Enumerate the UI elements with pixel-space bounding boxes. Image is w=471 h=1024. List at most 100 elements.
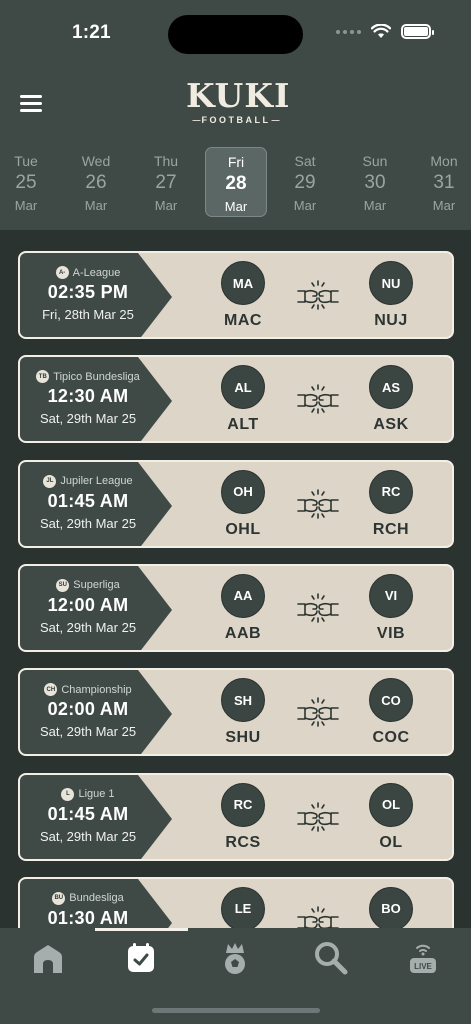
home-team-logo: MA [221,261,265,305]
league-name: A-League [72,266,121,279]
kickoff-time: 12:30 AM [47,386,129,407]
nav-schedule[interactable] [121,940,161,976]
league-name: Ligue 1 [78,788,115,800]
home-team-code: RCS [225,833,261,851]
dynamic-island [168,15,303,54]
logo-title: KUKI [186,76,291,115]
search-icon [315,942,348,975]
match-card[interactable]: CH Championship 02:00 AM Sat, 29th Mar 25 SH… [18,668,454,757]
away-team[interactable]: VI VIB [361,573,421,643]
date-thu-27[interactable]: Thu 27 Mar [135,147,197,217]
league-logo: L [61,787,75,801]
kickoff-time: 02:00 AM [47,699,129,720]
league-row: TB Tipico Bundesliga [20,370,156,384]
match-list[interactable]: A- A-League 02:35 PM Fri, 28th Mar 25 MA MAC N… [0,230,471,928]
date-weekday: Mon [430,153,458,169]
away-team-code: RCH [372,520,410,538]
away-team[interactable]: BO [361,886,421,928]
date-weekday: Wed [81,153,111,169]
match-info: JL Jupiler League 01:45 AM Sat, 29th Mar 25 [20,462,156,546]
away-team-code: OL [379,833,403,851]
match-info-panel: TB Tipico Bundesliga 12:30 AM Sat, 29th Mar… [20,357,180,442]
date-tue-25[interactable]: Tue 25 Mar [0,147,57,217]
date-weekday: Thu [153,153,179,169]
league-logo: SU [56,578,70,592]
home-team-logo: RC [221,782,265,827]
away-team-logo: CO [369,678,413,723]
nav-leagues[interactable] [215,940,255,976]
fist-bump-icon [296,280,340,310]
date-day: 26 [85,172,107,193]
away-team[interactable]: CO COC [361,678,421,747]
match-info-panel: L Ligue 1 01:45 AM Sat, 29th Mar 25 [20,774,180,859]
date-mon-31[interactable]: Mon 31 Mar [413,147,471,217]
away-team-logo: BO [369,886,413,928]
home-team[interactable]: AL ALT [213,365,273,434]
match-info-panel: SU Superliga 12:00 AM Sat, 29th Mar 25 [20,565,180,650]
date-month: Mar [224,199,248,214]
match-card[interactable]: SU Superliga 12:00 AM Sat, 29th Mar 25 AA AAB… [18,563,454,652]
away-team-code: ASK [373,416,409,434]
kickoff-date: Sat, 29th Mar 25 [39,411,137,427]
league-row: BU Bundesliga [20,891,156,905]
battery-icon [401,24,434,39]
date-fri-28-selected[interactable]: Fri 28 Mar [205,147,267,217]
fist-bump-icon [296,488,340,519]
home-team-logo: AA [221,573,265,618]
home-team-logo: LE [221,886,265,928]
home-team[interactable]: RC RCS [213,782,273,852]
home-team[interactable]: OH OHL [213,469,273,539]
away-team-code: NUJ [374,312,408,329]
date-day: 25 [15,172,37,193]
league-row: CH Championship [20,683,156,697]
kuki-logo: KUKI FOOTBALL [186,76,291,126]
league-logo: JL [43,474,57,488]
date-sun-30[interactable]: Sun 30 Mar [344,147,406,217]
match-card[interactable]: JL Jupiler League 01:45 AM Sat, 29th Mar 25… [18,459,454,548]
home-team-code: OHL [225,520,261,538]
date-day: 30 [364,172,386,193]
home-team[interactable]: AA AAB [213,573,273,643]
home-team[interactable]: MA MAC [213,261,273,330]
home-indicator [152,1008,320,1013]
league-row: JL Jupiler League [20,474,156,488]
league-logo: TB [36,370,50,384]
match-info-panel: JL Jupiler League 01:45 AM Sat, 29th Mar 25 [20,461,180,546]
match-card[interactable]: TB Tipico Bundesliga 12:30 AM Sat, 29th Mar… [18,355,454,444]
match-card[interactable]: A- A-League 02:35 PM Fri, 28th Mar 25 MA MAC N… [18,251,454,339]
home-team[interactable]: LE [213,886,273,928]
date-weekday: Fri [227,154,245,170]
date-month: Mar [432,198,456,213]
league-logo: CH [44,683,58,697]
kickoff-time: 01:30 AM [47,907,129,928]
date-day: 29 [294,172,316,193]
league-row: A- A-League [20,266,156,279]
match-info: BU Bundesliga 01:30 AM [20,879,156,928]
away-team[interactable]: AS ASK [361,365,421,434]
match-info-panel: A- A-League 02:35 PM Fri, 28th Mar 25 [20,253,180,337]
date-wed-26[interactable]: Wed 26 Mar [65,147,127,217]
kickoff-date: Sat, 29th Mar 25 [39,619,137,635]
league-logo: A- [55,266,69,279]
home-team-logo: AL [221,365,265,410]
crown-ball-icon [225,943,245,974]
away-team-code: VIB [376,624,406,642]
match-info: TB Tipico Bundesliga 12:30 AM Sat, 29th Mar… [20,357,156,441]
match-card[interactable]: BU Bundesliga 01:30 AM LE BO [18,876,454,928]
menu-button[interactable] [20,95,42,113]
kickoff-time: 01:45 AM [47,803,129,824]
nav-live[interactable]: LIVE [403,940,443,976]
date-day: 28 [225,173,247,194]
date-sat-29[interactable]: Sat 29 Mar [274,147,336,217]
home-team-code: MAC [224,312,262,329]
away-team[interactable]: RC RCH [361,469,421,539]
nav-home[interactable] [28,940,68,976]
header: 1:21 KUKI FOOTBALL Tue 25 Mar Wed 26 Mar [0,0,471,230]
away-team-code: COC [372,729,410,747]
match-card[interactable]: L Ligue 1 01:45 AM Sat, 29th Mar 25 RC RCS OL O… [18,772,454,861]
away-team[interactable]: OL OL [361,782,421,852]
nav-search[interactable] [310,940,350,976]
home-team-logo: OH [221,469,265,514]
home-team[interactable]: SH SHU [213,678,273,747]
away-team[interactable]: NU NUJ [361,261,421,330]
